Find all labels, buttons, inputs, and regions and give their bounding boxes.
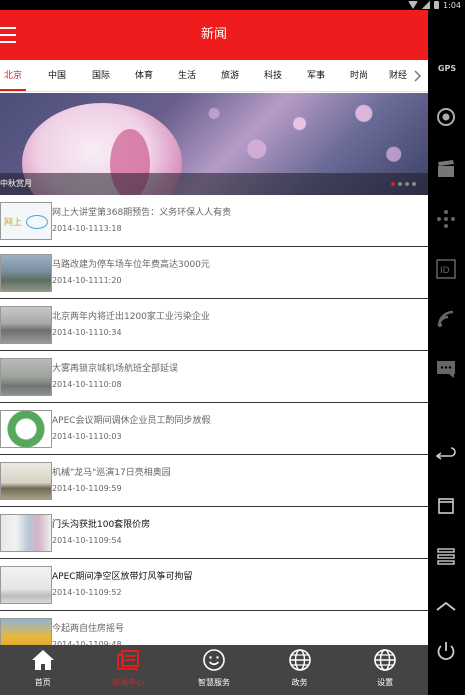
thumbnail-logo-text: 网上 xyxy=(4,218,23,228)
status-bar: 1:04 xyxy=(0,0,465,10)
home-icon[interactable] xyxy=(435,595,457,617)
tab-tech[interactable]: 科技 xyxy=(258,60,288,91)
tab-international[interactable]: 国际 xyxy=(86,60,116,91)
dpad-icon[interactable] xyxy=(435,208,457,230)
news-item[interactable]: 马路改建为停车场车位年费高达3000元 2014-10-1111:20 xyxy=(0,247,428,299)
emulator-side-panel: GPS ID xyxy=(428,10,465,695)
thumbnail-logo-circle xyxy=(26,215,48,229)
news-title: 机械"龙马"巡演17日亮相奥园 xyxy=(52,468,171,478)
news-date: 2014-10-1110:03 xyxy=(52,432,122,441)
nav-item-government[interactable]: 政务 xyxy=(257,645,343,695)
wifi-icon xyxy=(408,1,419,9)
news-title: 大雾再锁京城机场航班全部延误 xyxy=(52,364,179,374)
bottom-navigation: 首页 新闻中心 智慧服务 政务 设置 xyxy=(0,645,428,695)
banner-caption-bar: 中秋赏月 xyxy=(0,173,428,195)
menu-icon[interactable] xyxy=(435,545,457,567)
svg-text:ID: ID xyxy=(440,266,450,276)
news-date: 2014-10-1109:59 xyxy=(52,484,122,493)
nfc-icon[interactable] xyxy=(435,308,457,330)
banner-carousel[interactable]: 中秋赏月 xyxy=(0,93,428,195)
app-header: 新闻 xyxy=(0,10,428,60)
news-date: 2014-10-1109:54 xyxy=(52,536,122,545)
tab-sports[interactable]: 体育 xyxy=(129,60,159,91)
news-thumbnail xyxy=(0,306,52,344)
news-date: 2014-10-1109:52 xyxy=(52,588,122,597)
news-date: 2014-10-1110:34 xyxy=(52,328,122,337)
smiley-icon xyxy=(203,649,225,671)
carousel-dot[interactable] xyxy=(412,182,416,186)
news-thumbnail xyxy=(0,358,52,396)
camera-icon[interactable] xyxy=(435,106,457,128)
nav-label: 首页 xyxy=(34,678,51,687)
news-item[interactable]: 门头沟获批100套限价房 2014-10-1109:54 xyxy=(0,507,428,559)
news-item[interactable]: APEC期间净空区放带灯风筝可拘留 2014-10-1109:52 xyxy=(0,559,428,611)
nav-label: 政务 xyxy=(291,678,308,687)
news-thumbnail xyxy=(0,462,52,500)
news-center-icon xyxy=(117,650,140,670)
carousel-dots xyxy=(391,182,416,186)
news-thumbnail xyxy=(0,566,52,604)
nav-label: 智慧服务 xyxy=(197,678,230,687)
signal-icon xyxy=(422,1,431,9)
news-title: APEC会议期间调休企业员工酌同步放假 xyxy=(52,416,211,426)
carousel-dot[interactable] xyxy=(405,182,409,186)
tab-life[interactable]: 生活 xyxy=(172,60,202,91)
recent-apps-icon[interactable] xyxy=(435,495,457,517)
id-icon[interactable]: ID xyxy=(435,258,457,280)
battery-icon xyxy=(434,1,440,9)
clapper-icon[interactable] xyxy=(435,158,457,180)
tab-beijing[interactable]: 北京 xyxy=(0,60,26,91)
globe-icon xyxy=(288,649,311,671)
gps-icon[interactable]: GPS xyxy=(430,64,464,73)
news-thumbnail xyxy=(0,410,52,448)
tab-fashion[interactable]: 时尚 xyxy=(344,60,374,91)
news-title: 门头沟获批100套限价房 xyxy=(52,520,151,530)
news-date: 2014-10-1111:20 xyxy=(52,276,122,285)
news-title: 今起两自住房摇号 xyxy=(52,624,125,634)
news-title: 网上大讲堂第368期预告：义务环保人人有责 xyxy=(52,208,232,218)
news-date: 2014-10-1113:18 xyxy=(52,224,122,233)
nav-item-news-center[interactable]: 新闻中心 xyxy=(86,645,172,695)
banner-caption: 中秋赏月 xyxy=(0,179,32,188)
news-thumbnail xyxy=(0,254,52,292)
news-list: 网上 网上大讲堂第368期预告：义务环保人人有责 2014-10-1113:18… xyxy=(0,195,428,663)
news-item[interactable]: 机械"龙马"巡演17日亮相奥园 2014-10-1109:59 xyxy=(0,455,428,507)
nav-item-home[interactable]: 首页 xyxy=(0,645,86,695)
news-item[interactable]: 网上 网上大讲堂第368期预告：义务环保人人有责 2014-10-1113:18 xyxy=(0,195,428,247)
news-thumbnail: 网上 xyxy=(0,202,52,240)
news-item[interactable]: 大雾再锁京城机场航班全部延误 2014-10-1110:08 xyxy=(0,351,428,403)
news-title: APEC期间净空区放带灯风筝可拘留 xyxy=(52,572,193,582)
news-title: 北京两年内将迁出1200家工业污染企业 xyxy=(52,312,210,322)
globe-icon xyxy=(374,649,396,671)
status-time: 1:04 xyxy=(443,0,461,10)
nav-item-smart-service[interactable]: 智慧服务 xyxy=(171,645,257,695)
tab-military[interactable]: 军事 xyxy=(301,60,331,91)
power-icon[interactable] xyxy=(435,640,457,662)
home-icon xyxy=(31,650,54,670)
news-date: 2014-10-1110:08 xyxy=(52,380,122,389)
carousel-dot[interactable] xyxy=(391,182,395,186)
tab-active-indicator xyxy=(0,89,26,91)
news-title: 马路改建为停车场车位年费高达3000元 xyxy=(52,260,210,270)
tab-travel[interactable]: 旅游 xyxy=(215,60,245,91)
news-thumbnail xyxy=(0,514,52,552)
back-icon[interactable] xyxy=(435,445,457,467)
tab-china[interactable]: 中国 xyxy=(42,60,72,91)
chevron-right-icon[interactable] xyxy=(412,69,424,83)
category-tabs: 北京 中国 国际 体育 生活 旅游 科技 军事 时尚 财经 xyxy=(0,60,428,92)
sms-icon[interactable] xyxy=(435,358,457,380)
nav-label: 新闻中心 xyxy=(112,678,145,687)
news-item[interactable]: 北京两年内将迁出1200家工业污染企业 2014-10-1110:34 xyxy=(0,299,428,351)
carousel-dot[interactable] xyxy=(398,182,402,186)
news-item[interactable]: APEC会议期间调休企业员工酌同步放假 2014-10-1110:03 xyxy=(0,403,428,455)
tab-finance[interactable]: 财经 xyxy=(387,60,409,91)
page-title: 新闻 xyxy=(200,27,227,42)
nav-item-settings[interactable]: 设置 xyxy=(342,645,428,695)
nav-label: 设置 xyxy=(377,678,394,687)
